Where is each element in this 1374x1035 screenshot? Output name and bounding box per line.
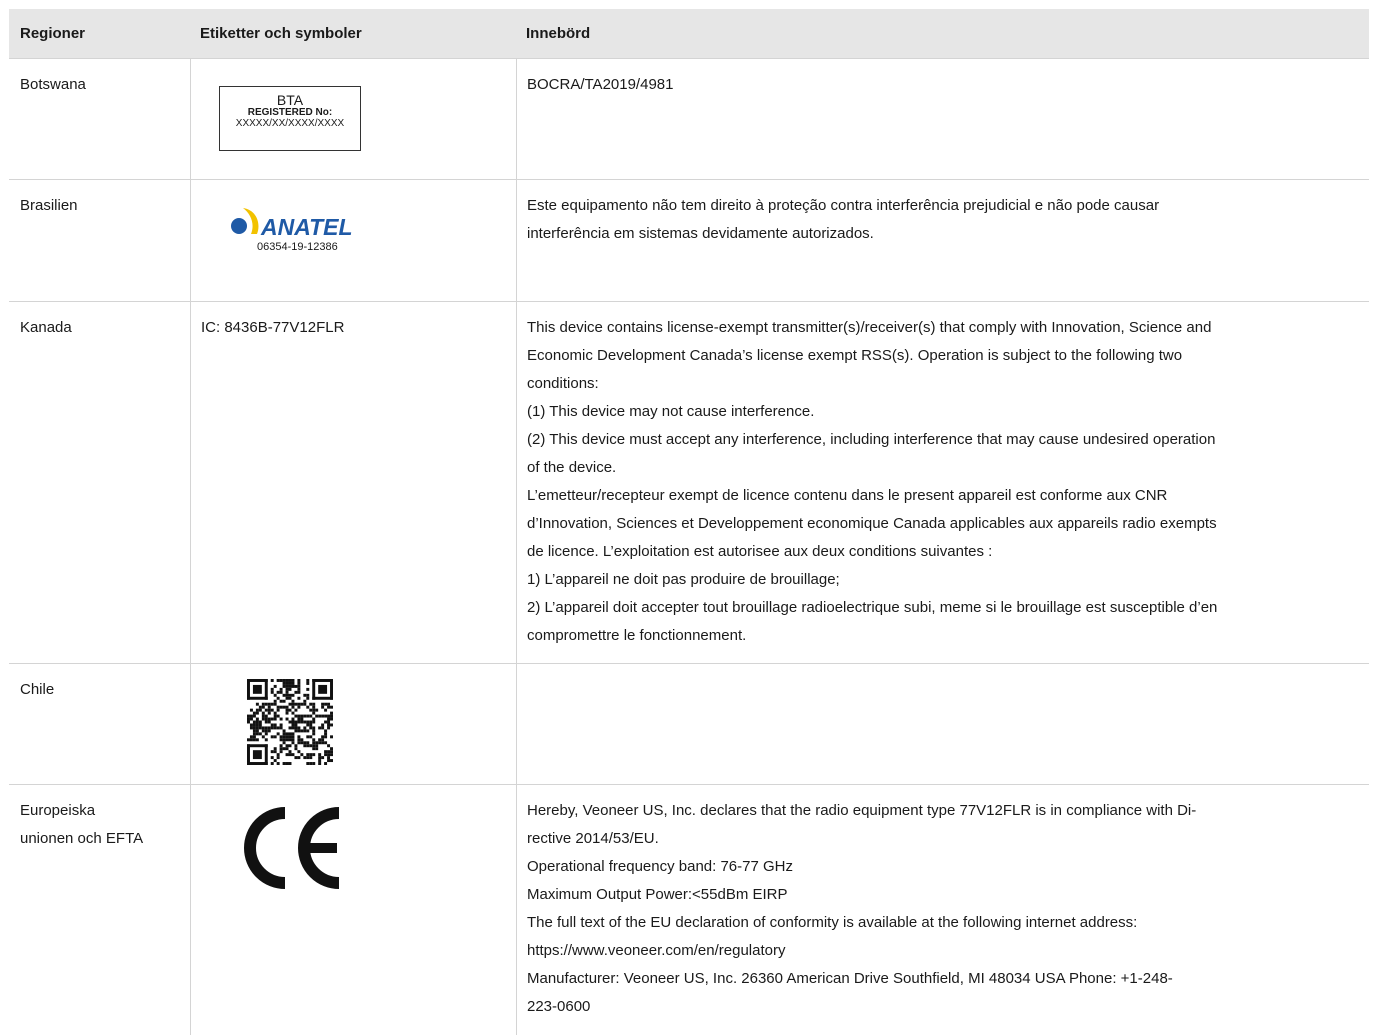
ce-mark-icon — [244, 807, 340, 889]
region-line: unionen och EFTA — [20, 830, 144, 847]
anatel-mark-icon: ANATEL — [231, 208, 353, 238]
symbol-cell: IC: 8436B-77V12FLR — [190, 302, 516, 663]
meaning-line: of the device. — [527, 459, 617, 476]
meaning-cell: Este equipamento não tem direito à prote… — [516, 180, 1369, 301]
meaning-line: This device contains license-exempt tran… — [527, 319, 1212, 336]
table-row-brasilien: Brasilien ANATEL 06354-19-12386 Este equ… — [9, 179, 1369, 301]
meaning-line: 2) L’appareil doit accepter tout brouill… — [527, 599, 1218, 616]
anatel-code: 06354-19-12386 — [257, 241, 338, 253]
region-cell: Europeiska unionen och EFTA — [9, 785, 190, 1035]
meaning-line: Hereby, Veoneer US, Inc. declares that t… — [527, 802, 1197, 819]
regulatory-table: Regioner Etiketter och symboler Innebörd… — [9, 9, 1369, 1035]
region-cell: Chile — [20, 681, 55, 698]
table-row-botswana: Botswana BTA REGISTERED No: XXXXX/XX/XXX… — [9, 58, 1369, 179]
meaning-line: (2) This device must accept any interfer… — [527, 431, 1216, 448]
bta-label: BTA REGISTERED No: XXXXX/XX/XXXX/XXXX — [219, 86, 361, 151]
anatel-logo: ANATEL 06354-19-12386 — [227, 204, 367, 254]
meaning-line: interferência em sistemas devidamente au… — [527, 225, 874, 242]
region-cell: Botswana — [20, 76, 86, 93]
region-cell: Brasilien — [20, 197, 78, 214]
table-row-eu: Europeiska unionen och EFTA Hereby, Veon… — [9, 784, 1369, 1035]
meaning-line: (1) This device may not cause interferen… — [527, 403, 815, 420]
meaning-cell — [516, 664, 1369, 784]
header-meaning: Innebörd — [526, 25, 591, 42]
meaning-line: conditions: — [527, 375, 599, 392]
meaning-line: Operational frequency band: 76-77 GHz — [527, 858, 793, 875]
meaning-line: 1) L’appareil ne doit pas produire de br… — [527, 571, 840, 588]
meaning-line: 223-0600 — [527, 998, 591, 1015]
meaning-line: Maximum Output Power:<55dBm EIRP — [527, 886, 788, 903]
table-row-kanada: Kanada IC: 8436B-77V12FLR This device co… — [9, 301, 1369, 663]
symbol-cell — [190, 785, 516, 1035]
qr-code-icon — [247, 679, 333, 765]
meaning-line: https://www.veoneer.com/en/regulatory — [527, 942, 786, 959]
meaning-line: compromettre le fonctionnement. — [527, 627, 747, 644]
meaning-cell: BOCRA/TA2019/4981 — [516, 59, 1369, 179]
meaning-line: L’emetteur/recepteur exempt de licence c… — [527, 487, 1168, 504]
meaning-line: Economic Development Canada’s license ex… — [527, 347, 1183, 364]
bta-title: BTA — [276, 92, 304, 108]
region-line: Europeiska — [20, 802, 96, 819]
region-cell: Kanada — [20, 319, 72, 336]
symbol-cell: BTA REGISTERED No: XXXXX/XX/XXXX/XXXX — [190, 59, 516, 179]
meaning-line: Manufacturer: Veoneer US, Inc. 26360 Ame… — [527, 970, 1173, 987]
anatel-text: ANATEL — [260, 214, 353, 238]
bta-registered: REGISTERED No: — [247, 107, 333, 118]
header-labels-symbols: Etiketter och symboler — [200, 25, 362, 42]
meaning-line: The full text of the EU declaration of c… — [527, 914, 1138, 931]
table-header-row: Regioner Etiketter och symboler Innebörd — [9, 9, 1369, 58]
meaning-line: Este equipamento não tem direito à prote… — [527, 197, 1160, 214]
bta-number: XXXXX/XX/XXXX/XXXX — [235, 118, 345, 129]
meaning-line: rective 2014/53/EU. — [527, 830, 659, 847]
meaning-line: d’Innovation, Sciences et Developpement … — [527, 515, 1217, 532]
meaning-line: de licence. L’exploitation est autorisee… — [527, 543, 993, 560]
symbol-cell — [190, 664, 516, 784]
header-regions: Regioner — [20, 25, 86, 42]
meaning-cell: Hereby, Veoneer US, Inc. declares that t… — [516, 785, 1369, 1035]
table-row-chile: Chile — [9, 663, 1369, 784]
meaning-cell: This device contains license-exempt tran… — [516, 302, 1369, 663]
symbol-cell: ANATEL 06354-19-12386 — [190, 180, 516, 301]
